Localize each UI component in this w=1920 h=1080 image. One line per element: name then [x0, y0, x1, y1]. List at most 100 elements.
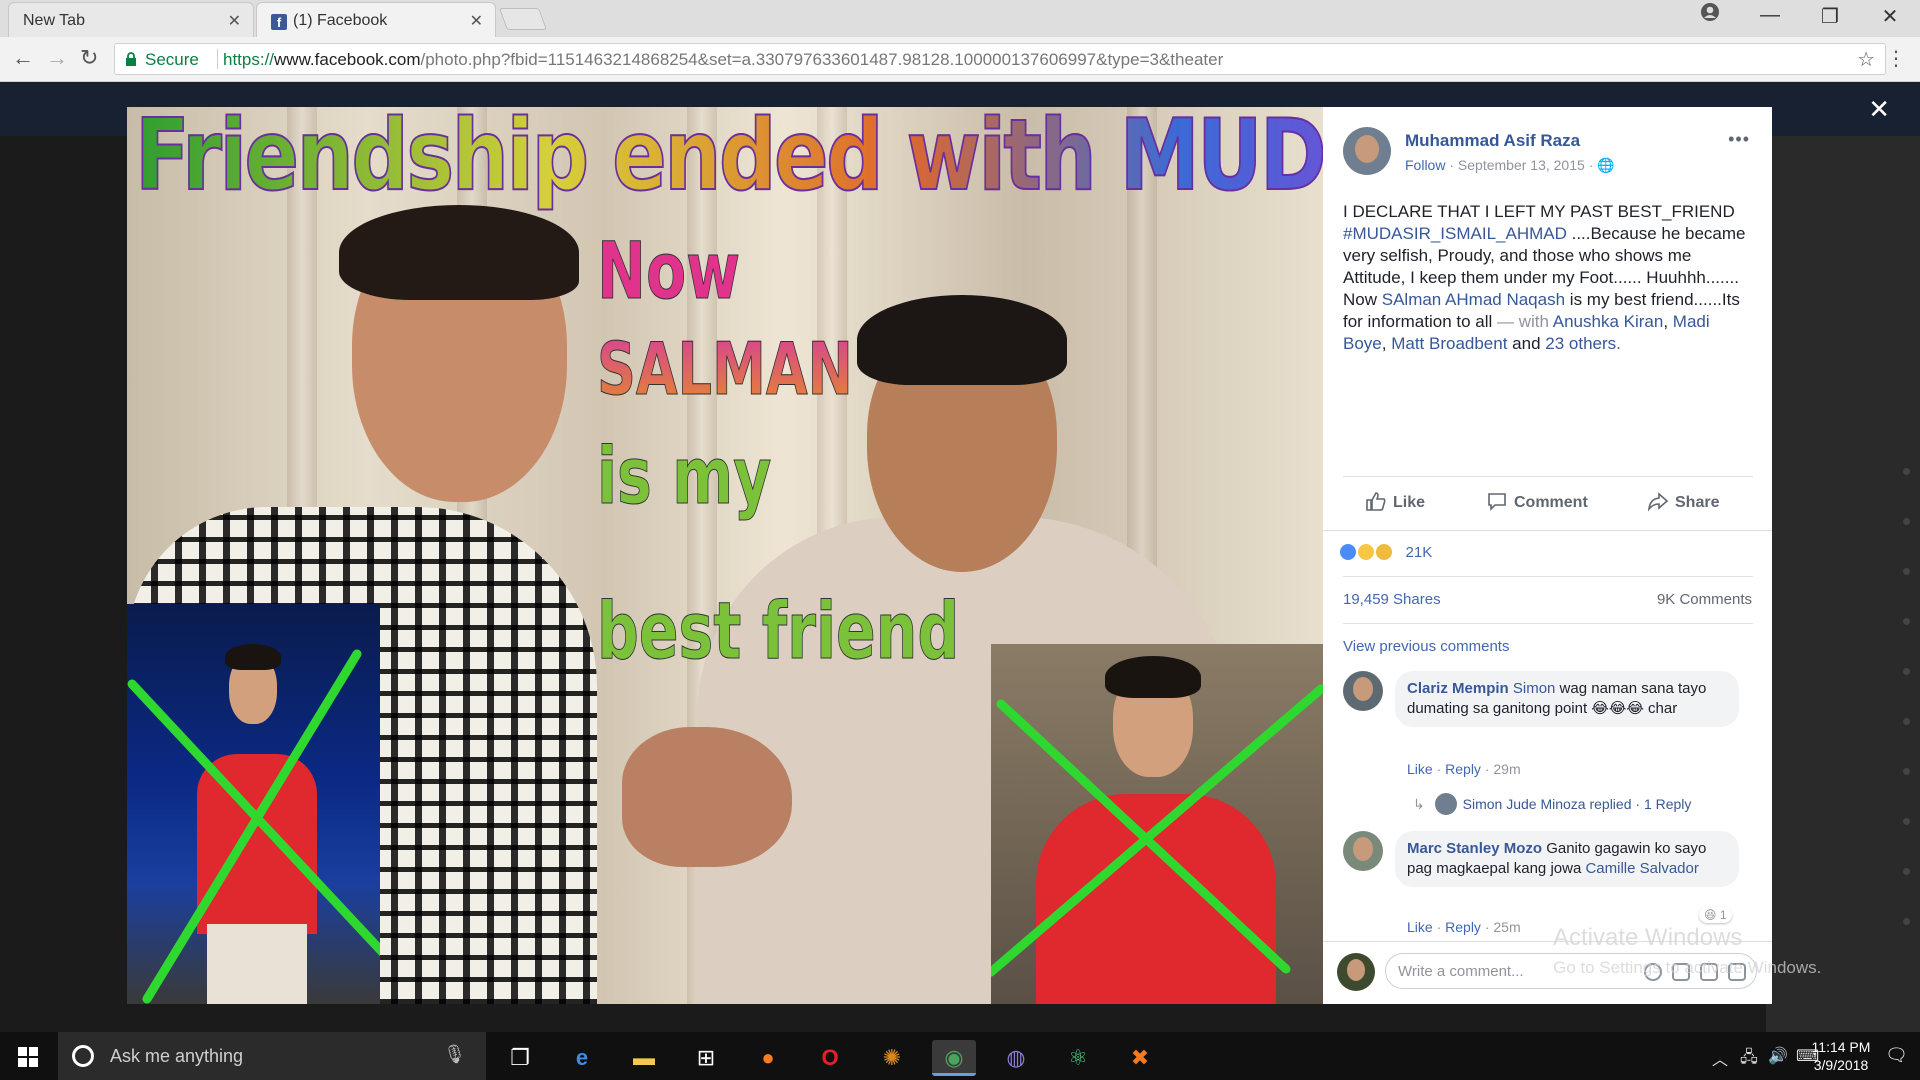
back-arrow-icon[interactable]: ←: [12, 45, 34, 71]
share-arrow-icon: [1647, 492, 1669, 512]
comment-reaction-count: 1: [1719, 908, 1727, 922]
store-icon[interactable]: ⊞: [684, 1040, 728, 1076]
comment-item: Clariz Mempin Simon wag naman sana tayo …: [1343, 671, 1763, 815]
bookmark-star-icon[interactable]: ☆: [1857, 47, 1875, 72]
eclipse-icon[interactable]: ◍: [994, 1040, 1038, 1076]
post-photo[interactable]: Friendship ended with MUDASIR Now SALMAN…: [127, 107, 1323, 1004]
task-view-icon[interactable]: ❐: [498, 1040, 542, 1076]
firefox-icon[interactable]: ●: [746, 1040, 790, 1076]
haha-reaction-icon: 😆: [1704, 908, 1717, 922]
reply-count: 1 Reply: [1643, 796, 1692, 812]
reactions-count: 21K: [1405, 544, 1433, 561]
profile-icon[interactable]: [1680, 2, 1740, 28]
inset-photo-left: [127, 604, 380, 1004]
comment-reaction-badge[interactable]: 😆 1: [1699, 907, 1732, 923]
comment-mention[interactable]: Simon: [1513, 680, 1556, 697]
cortana-search-box[interactable]: Ask me anything 🎙: [58, 1032, 486, 1080]
post-meta: Follow · September 13, 2015 · 🌐: [1405, 157, 1615, 174]
green-x-mark: [991, 684, 1323, 977]
forward-arrow-icon[interactable]: →: [46, 45, 68, 71]
post-date[interactable]: September 13, 2015: [1458, 157, 1585, 173]
network-icon[interactable]: 🖧: [1740, 1046, 1758, 1073]
post-author-name[interactable]: Muhammad Asif Raza: [1405, 131, 1580, 151]
meta-dot: ·: [1449, 157, 1458, 173]
reply-thread-link[interactable]: ↳ Simon Jude Minoza replied · 1 Reply: [1413, 793, 1691, 815]
comment-time[interactable]: 29m: [1493, 761, 1520, 777]
close-tab-icon[interactable]: ✕: [470, 11, 483, 31]
opera-icon[interactable]: O: [808, 1040, 852, 1076]
tab-label: (1) Facebook: [293, 12, 388, 29]
reload-icon[interactable]: ↻: [80, 45, 98, 71]
comment-mention[interactable]: Camille Salvador: [1585, 860, 1698, 877]
tab-facebook[interactable]: f (1) Facebook ✕: [256, 2, 496, 37]
tab-new-tab[interactable]: New Tab ✕: [8, 2, 254, 37]
file-explorer-icon[interactable]: ▬: [622, 1040, 666, 1076]
tagged-friend-link[interactable]: Anushka Kiran: [1553, 312, 1664, 331]
url-scheme: https://: [223, 50, 275, 69]
address-toolbar: ← → ↻ Secure https://www.facebook.com/ph…: [0, 37, 1920, 82]
like-button[interactable]: Like: [1365, 490, 1425, 512]
notifications-icon[interactable]: 🗨: [1885, 1045, 1908, 1066]
share-button[interactable]: Share: [1647, 490, 1719, 512]
post-options-icon[interactable]: •••: [1728, 129, 1750, 150]
meme-title: Friendship ended with MUDASIR: [134, 107, 1323, 214]
comment-reply-link[interactable]: Reply: [1445, 919, 1481, 935]
edge-browser-icon[interactable]: e: [560, 1040, 604, 1076]
hashtag-link[interactable]: #MUDASIR_ISMAIL_AHMAD: [1343, 224, 1567, 243]
browser-menu-icon[interactable]: ⋮: [1886, 46, 1906, 71]
author-avatar[interactable]: [1343, 127, 1391, 175]
comment-bubble: Clariz Mempin Simon wag naman sana tayo …: [1395, 671, 1739, 727]
show-hidden-icons-icon[interactable]: ︿: [1712, 1046, 1728, 1070]
reactions-summary[interactable]: 21K: [1339, 543, 1432, 561]
tagged-friend-link[interactable]: Matt Broadbent: [1391, 334, 1507, 353]
close-tab-icon[interactable]: ✕: [228, 11, 241, 31]
comment-author[interactable]: Clariz Mempin: [1407, 680, 1509, 697]
haha-reaction-icon: [1357, 543, 1376, 561]
share-label: Share: [1675, 494, 1720, 511]
reply-thread-text: Simon Jude Minoza replied: [1462, 796, 1632, 812]
chat-sidebar-dimmed: [1766, 136, 1920, 1032]
close-theater-icon[interactable]: ✕: [1868, 94, 1890, 125]
windows-start-icon[interactable]: [18, 1047, 38, 1067]
restore-icon[interactable]: ❐: [1800, 4, 1860, 29]
post-details-panel: Muhammad Asif Raza Follow · September 13…: [1323, 107, 1772, 1004]
atom-icon[interactable]: ⚛: [1056, 1040, 1100, 1076]
follow-link[interactable]: Follow: [1405, 157, 1445, 173]
commenter-avatar[interactable]: [1343, 671, 1383, 711]
commenter-avatar[interactable]: [1343, 831, 1383, 871]
post-text-part: Now: [1343, 290, 1382, 309]
app-icon[interactable]: ✺: [870, 1040, 914, 1076]
activate-windows-title: Activate Windows: [1553, 924, 1743, 951]
close-window-icon[interactable]: ✕: [1860, 4, 1920, 29]
url-text: https://www.facebook.com/photo.php?fbid=…: [223, 50, 1223, 70]
mention-link[interactable]: SAlman AHmad Naqash: [1382, 290, 1565, 309]
minimize-icon[interactable]: —: [1740, 4, 1800, 27]
inset-photo-right: [991, 644, 1323, 1004]
volume-icon[interactable]: 🔊: [1768, 1046, 1788, 1066]
view-previous-comments-link[interactable]: View previous comments: [1343, 638, 1509, 655]
comments-count[interactable]: 9K Comments: [1657, 591, 1752, 608]
cortana-placeholder: Ask me anything: [110, 1046, 244, 1066]
comment-time[interactable]: 25m: [1493, 919, 1520, 935]
comment-author[interactable]: Marc Stanley Mozo: [1407, 840, 1542, 857]
microphone-icon[interactable]: 🎙: [443, 1044, 466, 1065]
comment-like-link[interactable]: Like: [1407, 761, 1433, 777]
and-label: and: [1507, 334, 1546, 353]
new-tab-button[interactable]: [498, 8, 548, 30]
address-bar[interactable]: Secure https://www.facebook.com/photo.ph…: [114, 43, 1886, 75]
comment-like-link[interactable]: Like: [1407, 919, 1433, 935]
comment-button[interactable]: Comment: [1486, 490, 1588, 512]
shares-count[interactable]: 19,459 Shares: [1343, 591, 1441, 608]
tagged-others-link[interactable]: 23 others.: [1545, 334, 1621, 353]
like-reaction-icon: [1339, 543, 1357, 561]
chrome-icon[interactable]: ◉: [932, 1040, 976, 1076]
activate-windows-subtitle: Go to Settings to activate Windows.: [1553, 958, 1822, 977]
comment-reply-link[interactable]: Reply: [1445, 761, 1481, 777]
xampp-icon[interactable]: ✖: [1118, 1040, 1162, 1076]
system-clock[interactable]: 11:14 PM 3/9/2018: [1806, 1038, 1876, 1074]
handshake: [622, 727, 792, 867]
replier-avatar: [1434, 793, 1457, 815]
url-path: /photo.php?fbid=1151463214868254&set=a.3…: [420, 50, 1224, 69]
divider: [1343, 576, 1753, 577]
windows-taskbar: Ask me anything 🎙 ❐ e ▬ ⊞ ● O ✺ ◉ ◍ ⚛ ✖ …: [0, 1032, 1920, 1080]
